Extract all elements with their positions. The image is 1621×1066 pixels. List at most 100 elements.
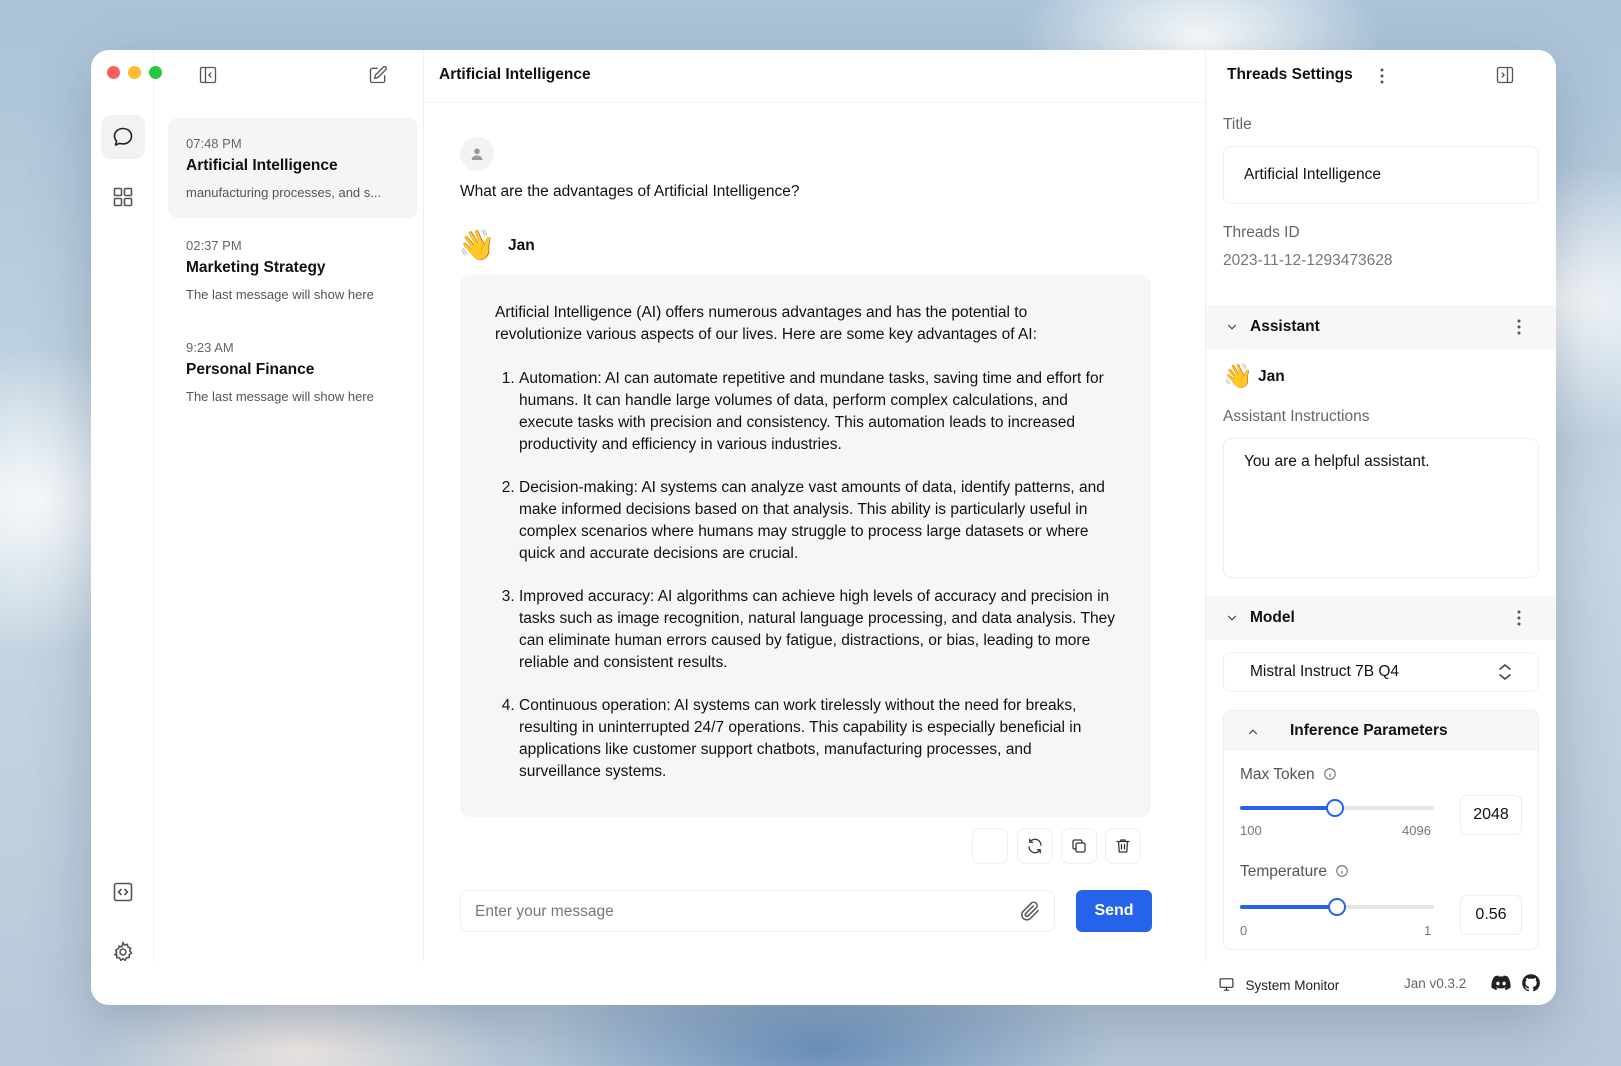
model-select-value: Mistral Instruct 7B Q4 [1250, 663, 1400, 680]
model-section-header[interactable]: Model [1206, 596, 1556, 640]
temperature-input[interactable]: 0.56 [1460, 895, 1522, 935]
assistant-section-title: Assistant [1250, 318, 1320, 335]
assistant-name: Jan [508, 237, 535, 254]
nav-rail [91, 50, 162, 1005]
temperature-min: 0 [1240, 923, 1248, 938]
nav-local-api-button[interactable] [101, 870, 145, 914]
thread-item[interactable]: 02:37 PM Marketing Strategy The last mes… [168, 220, 418, 320]
model-select[interactable]: Mistral Instruct 7B Q4 [1223, 652, 1539, 692]
message-input[interactable] [473, 891, 997, 933]
new-thread-button[interactable] [365, 62, 391, 88]
chat-panel: Artificial Intelligence What are the adv… [424, 50, 1296, 1005]
max-token-input[interactable]: 2048 [1460, 795, 1522, 835]
toggle-right-panel-button[interactable] [1492, 62, 1518, 88]
trash-icon [1116, 839, 1130, 853]
assistant-intro: Artificial Intelligence (AI) offers nume… [495, 304, 1037, 343]
chevron-up-icon [1248, 729, 1258, 735]
title-label: Title [1223, 116, 1252, 133]
assistant-avatar: 👋 [458, 229, 496, 262]
user-icon [471, 148, 483, 160]
more-vertical-icon [1380, 68, 1384, 84]
temperature-slider-fill [1240, 905, 1337, 909]
nav-chat-button[interactable] [101, 115, 145, 159]
assistant-name: Jan [1258, 368, 1285, 385]
settings-menu-button[interactable] [1374, 66, 1390, 91]
copy-button[interactable] [1061, 828, 1097, 864]
thread-title: Artificial Intelligence [186, 157, 338, 174]
thread-id-value: 2023-11-12-1293473628 [1223, 252, 1393, 269]
thread-title: Personal Finance [186, 361, 315, 378]
thread-time: 9:23 AM [186, 340, 234, 355]
attach-button[interactable] [1019, 900, 1041, 927]
toggle-left-panel-button[interactable] [195, 62, 221, 88]
regenerate-button[interactable] [1017, 828, 1053, 864]
max-token-slider-thumb[interactable] [1326, 799, 1344, 817]
list-item: Decision-making: AI systems can analyze … [519, 477, 1117, 565]
app-version: Jan v0.3.2 [1404, 976, 1467, 991]
temperature-slider-thumb[interactable] [1328, 898, 1346, 916]
thread-id-label: Threads ID [1223, 224, 1300, 241]
inference-section-title: Inference Parameters [1290, 722, 1448, 739]
copy-icon [1072, 839, 1086, 853]
chat-header: Artificial Intelligence [424, 50, 1296, 103]
discord-link[interactable] [1491, 974, 1511, 997]
settings-title: Threads Settings [1227, 66, 1353, 83]
refresh-icon [1028, 838, 1042, 854]
system-monitor-button[interactable]: System Monitor [1218, 976, 1339, 995]
list-item: Automation: AI can automate repetitive a… [519, 368, 1117, 456]
message-extra-action[interactable] [972, 828, 1008, 864]
paperclip-icon [1021, 901, 1039, 921]
temperature-slider[interactable] [1240, 898, 1434, 916]
max-token-label-text: Max Token [1240, 766, 1315, 783]
code-square-icon [113, 882, 133, 902]
panel-left-icon [199, 66, 217, 84]
max-token-slider-fill [1240, 806, 1335, 810]
info-icon[interactable] [1323, 767, 1337, 781]
thread-last-message: The last message will show here [186, 389, 374, 404]
instructions-textarea[interactable]: You are a helpful assistant. [1223, 438, 1539, 578]
thread-item[interactable]: 9:23 AM Personal Finance The last messag… [168, 322, 418, 422]
title-input[interactable]: Artificial Intelligence [1223, 146, 1539, 204]
app-window: 07:48 PM Artificial Intelligence manufac… [91, 50, 1556, 1005]
instructions-label: Assistant Instructions [1223, 408, 1370, 425]
thread-last-message: The last message will show here [186, 287, 374, 302]
assistant-message: Artificial Intelligence (AI) offers nume… [460, 275, 1151, 817]
temperature-max: 1 [1424, 923, 1432, 938]
nav-hub-button[interactable] [101, 175, 145, 219]
list-item: Improved accuracy: AI algorithms can ach… [519, 586, 1117, 674]
send-button[interactable]: Send [1076, 890, 1152, 932]
temperature-label: Temperature [1240, 863, 1349, 881]
user-message: What are the advantages of Artificial In… [460, 183, 800, 200]
thread-list-panel: 07:48 PM Artificial Intelligence manufac… [153, 50, 424, 1005]
chat-title: Artificial Intelligence [439, 66, 591, 83]
message-composer [460, 890, 1055, 933]
chevron-down-icon [1227, 615, 1237, 621]
thread-title: Marketing Strategy [186, 259, 326, 276]
temperature-label-text: Temperature [1240, 863, 1328, 880]
more-vertical-icon[interactable] [1511, 608, 1527, 628]
inference-section-header[interactable]: Inference Parameters [1224, 711, 1538, 751]
user-avatar [460, 137, 494, 171]
chat-bubble-icon [113, 127, 133, 146]
delete-button[interactable] [1105, 828, 1141, 864]
status-bar: System Monitor Jan v0.3.2 [91, 961, 1556, 1005]
more-vertical-icon[interactable] [1511, 317, 1527, 337]
advantages-list: Automation: AI can automate repetitive a… [495, 368, 1117, 783]
edit-icon [369, 65, 388, 84]
assistant-section-header[interactable]: Assistant [1206, 305, 1556, 349]
max-token-slider[interactable] [1240, 799, 1434, 817]
thread-time: 07:48 PM [186, 136, 242, 151]
github-link[interactable] [1521, 973, 1541, 998]
chevron-up-down-icon [1499, 664, 1511, 680]
thread-item[interactable]: 07:48 PM Artificial Intelligence manufac… [168, 118, 418, 218]
chevron-down-icon [1227, 324, 1237, 330]
thread-settings-panel: Threads Settings Title Artificial Intell… [1205, 50, 1556, 1005]
assistant-avatar: 👋 [1223, 363, 1253, 390]
minimize-window-button[interactable] [128, 66, 141, 79]
info-icon[interactable] [1335, 864, 1349, 878]
thread-time: 02:37 PM [186, 238, 242, 253]
close-window-button[interactable] [107, 66, 120, 79]
panel-right-icon [1496, 66, 1514, 84]
thread-last-message: manufacturing processes, and s... [186, 185, 382, 200]
max-token-min: 100 [1240, 823, 1262, 838]
